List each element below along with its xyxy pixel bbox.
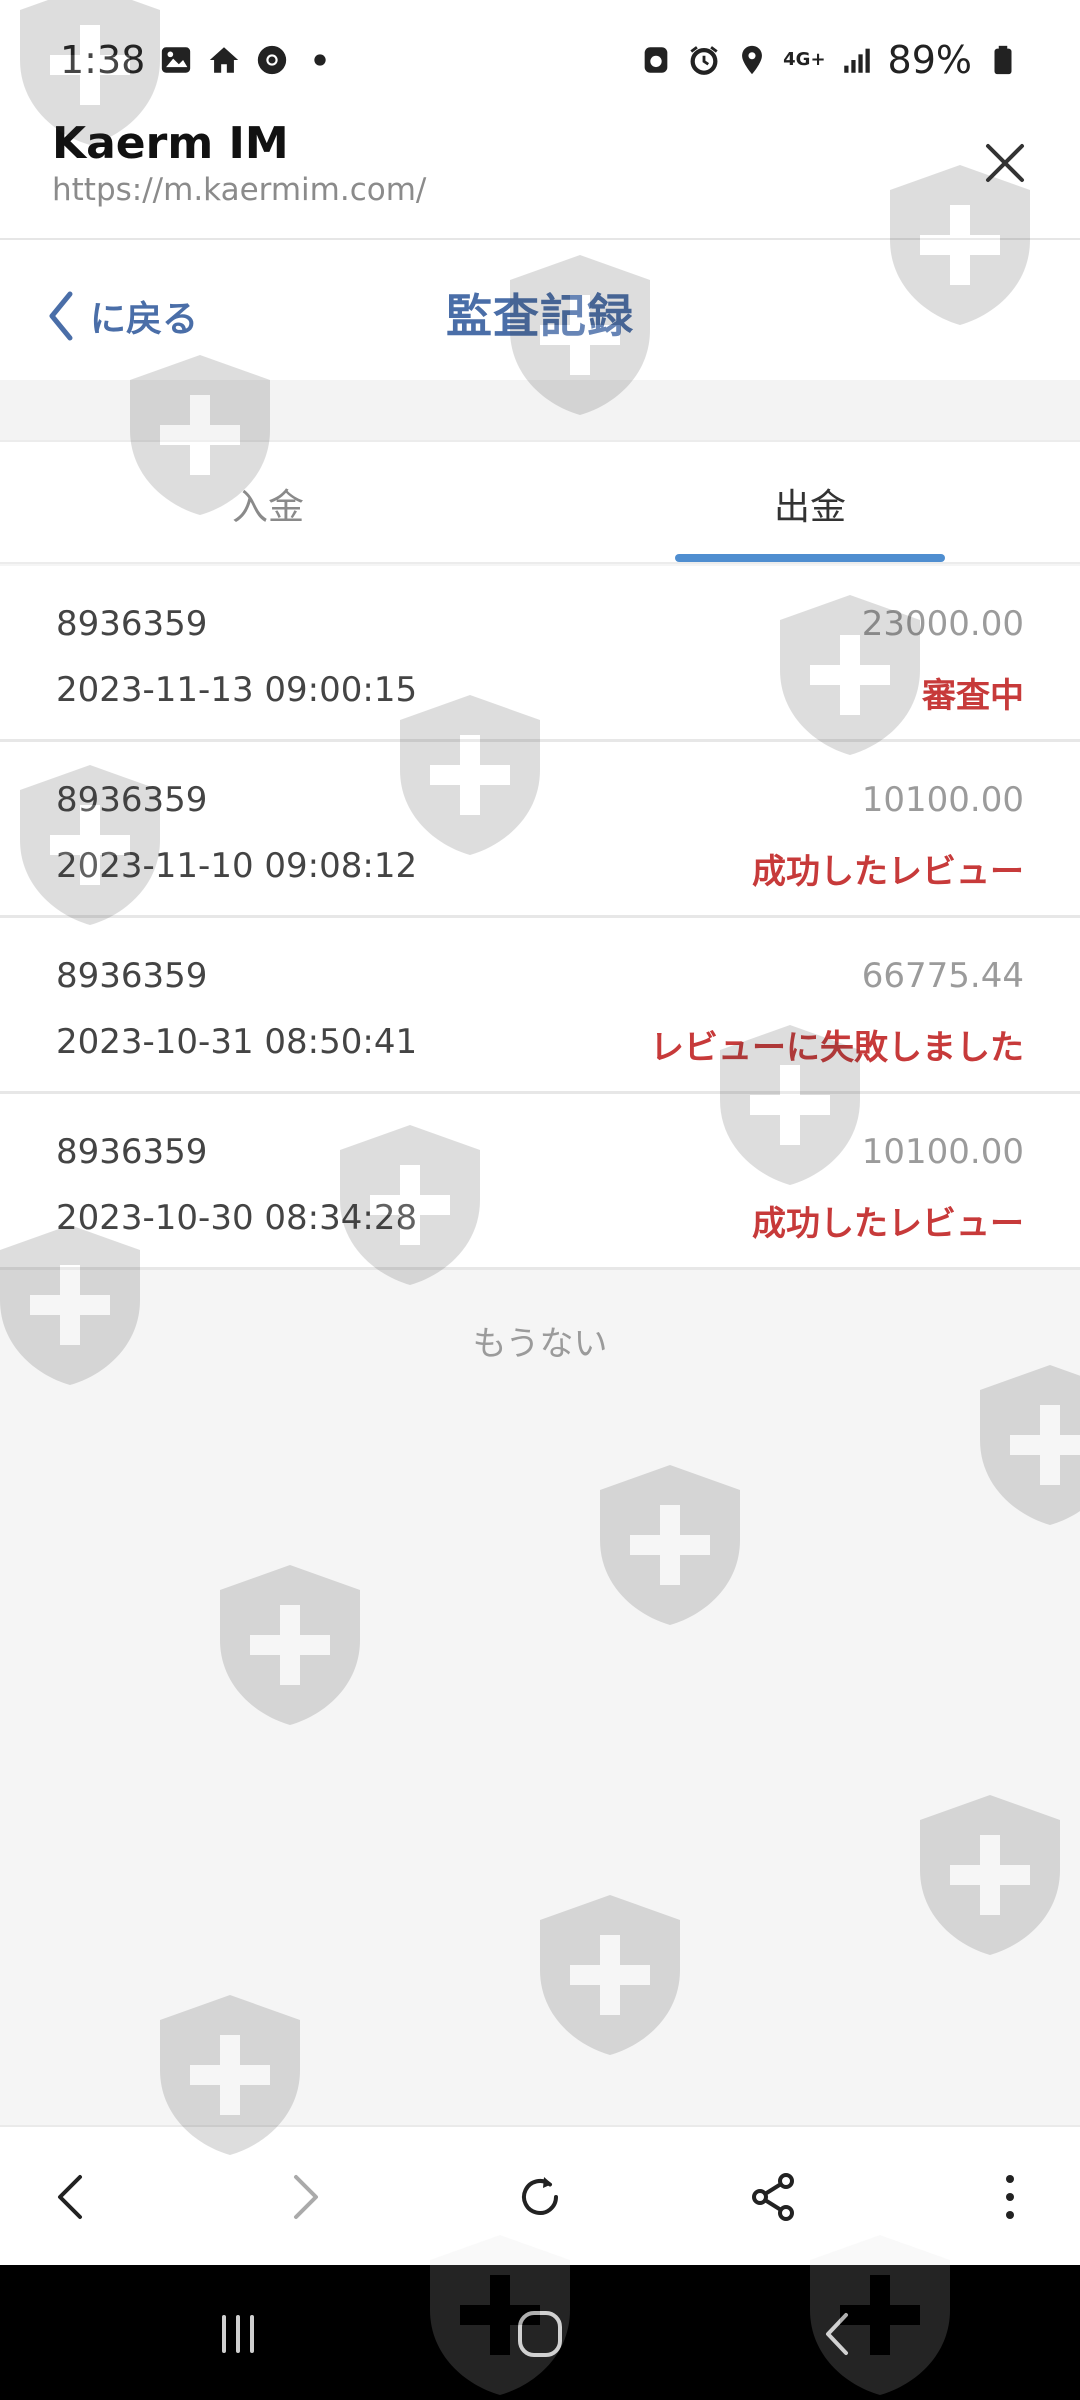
record-status: 成功したレビュー [752,1204,1024,1244]
list-item[interactable]: 8936359 2023-11-13 09:00:15 23000.00 審査中 [0,566,1080,742]
status-left: 1:38 [60,38,337,82]
shield-watermark-icon [920,1795,1060,1955]
record-id: 8936359 [56,1132,208,1172]
site-url[interactable]: https://m.kaermim.com/ [52,172,426,208]
forward-arrow-icon[interactable] [274,2167,334,2227]
home-nav-icon[interactable] [510,2307,570,2361]
record-status: 成功したレビュー [752,852,1024,892]
shield-watermark-icon [220,1565,360,1725]
battery-percent: 89% [887,38,972,82]
page-header: に戻る 監査記録 [0,240,1080,380]
record-amount: 10100.00 [861,780,1024,820]
record-status: 審査中 [922,676,1024,716]
system-nav-bar [0,2265,1080,2400]
record-status: レビューに失敗しました [650,1028,1024,1068]
signal-icon [843,48,870,73]
status-time: 1:38 [60,38,146,82]
shield-watermark-icon [980,1365,1080,1525]
status-right: 4G+ 89% [639,38,1020,82]
page-title: 監査記録 [446,289,634,343]
location-icon [742,45,763,75]
home-icon [210,47,239,73]
close-icon[interactable] [970,128,1040,198]
record-id: 8936359 [56,780,208,820]
record-amount: 66775.44 [861,956,1024,996]
record-amount: 23000.00 [861,604,1024,644]
no-more-text: もうない [472,1324,608,1364]
dot-icon [314,54,327,66]
list-item[interactable]: 8936359 2023-11-10 09:08:12 10100.00 成功し… [0,742,1080,918]
share-icon[interactable] [744,2167,804,2227]
alarm-icon [690,46,718,75]
record-date: 2023-11-10 09:08:12 [56,846,418,886]
record-date: 2023-11-13 09:00:15 [56,670,418,710]
shield-watermark-icon [540,1895,680,2055]
browser-toolbar [0,2125,1080,2265]
record-amount: 10100.00 [861,1132,1024,1172]
battery-icon [994,45,1012,75]
record-id: 8936359 [56,604,208,644]
refresh-icon[interactable] [510,2167,570,2227]
site-title: Kaerm IM [52,118,289,169]
photo-icon [162,47,191,73]
record-date: 2023-10-31 08:50:41 [56,1022,418,1062]
tab-withdrawal[interactable]: 出金 [774,478,846,530]
tab-deposit[interactable]: 入金 [232,478,304,530]
record-date: 2023-10-30 08:34:28 [56,1198,418,1238]
list-item[interactable]: 8936359 2023-10-31 08:50:41 66775.44 レビュ… [0,918,1080,1094]
browser-header: Kaerm IM https://m.kaermim.com/ [0,110,1080,240]
network-type: 4G+ [783,49,826,70]
header-gap [0,380,1080,440]
cleaner-icon [644,47,668,73]
record-id: 8936359 [56,956,208,996]
back-nav-icon[interactable] [810,2307,870,2361]
more-menu-icon[interactable] [980,2167,1040,2227]
shield-watermark-icon [600,1465,740,1625]
status-bar: 1:38 4G+ 89% [0,0,1080,120]
list-item[interactable]: 8936359 2023-10-30 08:34:28 10100.00 成功し… [0,1094,1080,1270]
chrome-icon [258,45,287,75]
back-arrow-icon[interactable] [42,2167,102,2227]
tab-bar: 入金 出金 [0,440,1080,564]
active-tab-indicator [675,554,945,562]
recents-icon[interactable] [208,2307,268,2361]
records-list: 8936359 2023-11-13 09:00:15 23000.00 審査中… [0,566,1080,1270]
